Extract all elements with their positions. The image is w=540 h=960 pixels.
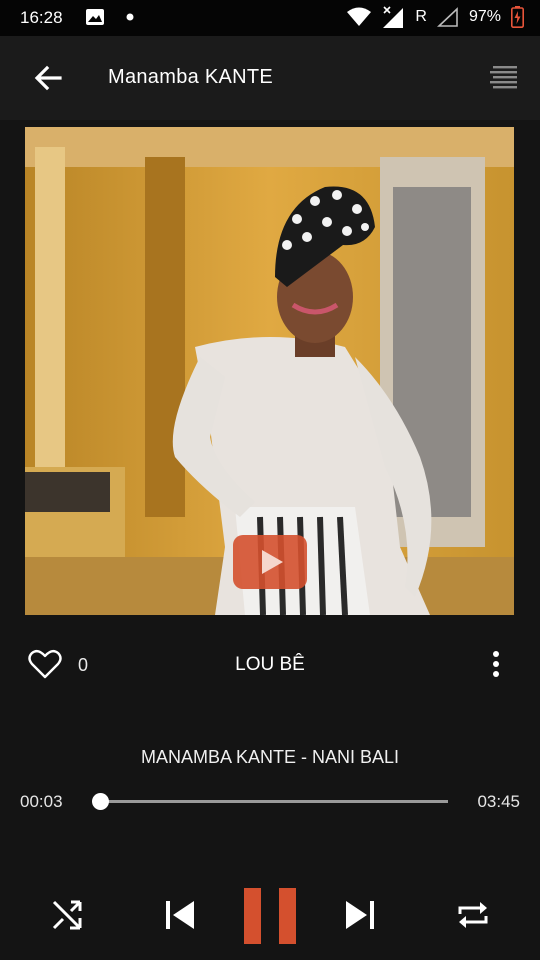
battery-charging-icon bbox=[511, 6, 524, 28]
signal-icon bbox=[383, 6, 404, 28]
previous-button[interactable] bbox=[164, 899, 196, 936]
shuffle-icon bbox=[52, 900, 82, 930]
page-title: Manamba KANTE bbox=[108, 66, 274, 88]
wifi-icon bbox=[347, 7, 372, 26]
arrow-left-icon bbox=[34, 65, 62, 91]
skip-next-icon bbox=[346, 901, 374, 929]
pause-icon bbox=[244, 888, 296, 944]
playback-controls bbox=[0, 880, 540, 950]
battery-percent: 97% bbox=[468, 8, 501, 25]
app-bar: Manamba KANTE bbox=[0, 36, 540, 120]
song-info-row: 0 LOU BÊ bbox=[0, 640, 540, 690]
shuffle-button[interactable] bbox=[50, 898, 84, 937]
more-vertical-icon bbox=[493, 651, 499, 677]
current-time: 00:03 bbox=[20, 792, 63, 811]
gallery-icon bbox=[86, 9, 104, 25]
video-thumbnail[interactable] bbox=[25, 127, 514, 615]
status-bar: 16:28 R 97% bbox=[0, 0, 540, 36]
seek-bar-thumb[interactable] bbox=[91, 793, 109, 810]
video-play-icon bbox=[233, 535, 307, 589]
seek-bar[interactable] bbox=[91, 793, 448, 810]
song-title: LOU BÊ bbox=[235, 654, 305, 675]
repeat-button[interactable] bbox=[456, 900, 490, 935]
status-time: 16:28 bbox=[20, 8, 63, 27]
skip-previous-icon bbox=[166, 901, 194, 929]
track-name: MANAMBA KANTE - NANI BALI bbox=[140, 747, 400, 767]
video-play-button[interactable] bbox=[233, 535, 307, 589]
repeat-icon bbox=[458, 902, 488, 928]
signal-empty-icon bbox=[436, 7, 458, 27]
pause-button[interactable] bbox=[244, 888, 298, 949]
playlist-icon bbox=[490, 66, 517, 89]
total-time: 03:45 bbox=[477, 792, 520, 811]
network-label: R bbox=[415, 8, 427, 25]
back-button[interactable] bbox=[30, 60, 66, 96]
notification-dot-icon bbox=[126, 13, 134, 21]
next-button[interactable] bbox=[344, 899, 376, 936]
more-options-button[interactable] bbox=[490, 650, 502, 680]
playlist-button[interactable] bbox=[490, 60, 520, 94]
